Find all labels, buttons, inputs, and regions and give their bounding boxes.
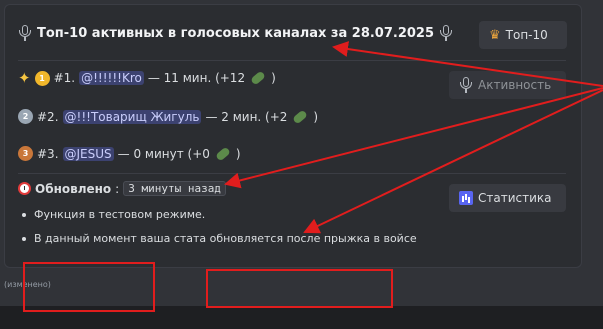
annotation-arrows: [224, 41, 603, 234]
annotation-arrow: [303, 89, 603, 234]
annotation-arrow: [332, 41, 603, 87]
annotation-arrow: [224, 87, 603, 189]
